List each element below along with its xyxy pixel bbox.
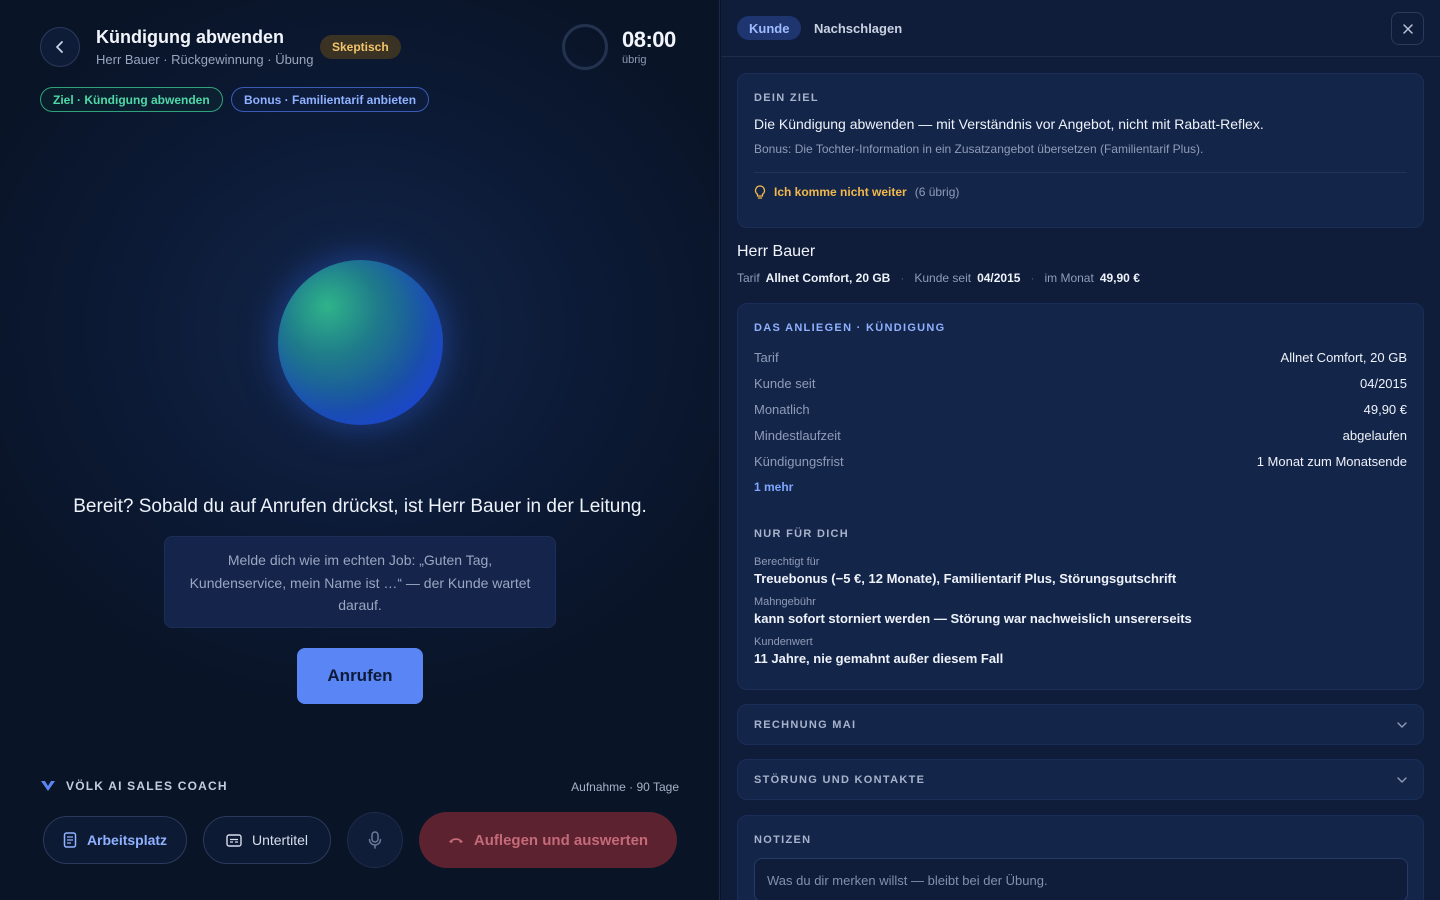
- greeting-hint: Melde dich wie im echten Job: „Guten Tag…: [164, 536, 556, 628]
- subtitles-label: Untertitel: [251, 832, 309, 848]
- captions-icon: [226, 833, 242, 847]
- timer-value: 08:00: [622, 27, 676, 52]
- note-label: Kundenwert: [754, 636, 813, 648]
- note-value: 11 Jahre, nie gemahnt außer diesem Fall: [754, 651, 1004, 666]
- timer-label: übrig: [622, 54, 647, 66]
- detail-row: Mindestlaufzeit abgelaufen: [754, 422, 1407, 448]
- detail-key: Kündigungsfrist: [754, 453, 844, 469]
- voice-orb: [278, 260, 443, 425]
- close-panel-button[interactable]: [1391, 12, 1424, 45]
- outage-section-title: STÖRUNG UND KONTAKTE: [754, 773, 926, 786]
- timer-ring: [562, 24, 608, 70]
- subtitles-button[interactable]: Untertitel: [203, 816, 331, 864]
- outage-section[interactable]: STÖRUNG UND KONTAKTE: [737, 759, 1424, 800]
- detail-value: abgelaufen: [1342, 427, 1407, 443]
- close-icon: [1402, 23, 1413, 34]
- detail-value: Allnet Comfort, 20 GB: [1280, 349, 1407, 365]
- microphone-button[interactable]: [347, 812, 403, 868]
- only-for-you-title: NUR FÜR DICH: [754, 528, 850, 540]
- goal-divider: [754, 172, 1407, 173]
- detail-value: 1 Monat zum Monatsende: [1256, 453, 1407, 469]
- stuck-row: Ich komme nicht weiter (6 übrig): [754, 185, 1407, 199]
- document-icon: [63, 832, 77, 848]
- bonus-chip: Bonus · Familientarif anbieten: [231, 87, 430, 112]
- page-title: Kündigung abwenden: [96, 27, 284, 47]
- detail-value: 04/2015: [1360, 375, 1407, 391]
- notes-card: NOTIZEN: [737, 815, 1424, 900]
- tab-kunde[interactable]: Kunde: [737, 16, 802, 40]
- panel-tabbar: Kunde Nachschlagen: [721, 0, 1440, 57]
- lightbulb-icon: [754, 185, 766, 199]
- meta-separator: ·: [1030, 271, 1035, 285]
- invoice-section[interactable]: RECHNUNG MAI: [737, 704, 1424, 745]
- detail-key: Mindestlaufzeit: [754, 427, 841, 443]
- chevron-down-icon: [1397, 721, 1407, 728]
- goal-card-title: DEIN ZIEL: [754, 92, 819, 104]
- brand: VÖLK AI SALES COACH: [40, 779, 228, 793]
- mood-badge: Skeptisch: [320, 35, 401, 59]
- tab-nachschlagen[interactable]: Nachschlagen: [802, 16, 914, 40]
- workplace-button[interactable]: Arbeitsplatz: [43, 816, 187, 864]
- chevron-left-icon: [56, 41, 63, 53]
- back-button[interactable]: [40, 27, 80, 67]
- call-stage: Kündigung abwenden Herr Bauer · Rückgewi…: [0, 0, 720, 900]
- meta-tariff-label: Tarif: [737, 271, 760, 285]
- note-label: Berechtigt für: [754, 556, 820, 568]
- hangup-label: Auflegen und auswerten: [473, 831, 649, 849]
- brand-name: VÖLK AI SALES COACH: [66, 779, 228, 793]
- ready-message: Bereit? Sobald du auf Anrufen drückst, i…: [73, 496, 647, 517]
- stuck-help-count: (6 übrig): [914, 185, 960, 199]
- info-panel: Kunde Nachschlagen DEIN ZIEL Die Kündigu…: [721, 0, 1440, 900]
- goal-main-text: Die Kündigung abwenden — mit Verständnis…: [754, 116, 1264, 132]
- note-value: Treuebonus (−5 €, 12 Monate), Familienta…: [754, 571, 1177, 586]
- meta-monthly-label: im Monat: [1044, 271, 1094, 285]
- concern-card-title: DAS ANLIEGEN · KÜNDIGUNG: [754, 322, 946, 334]
- page-subtitle: Herr Bauer · Rückgewinnung · Übung: [96, 52, 314, 67]
- detail-key: Monatlich: [754, 401, 810, 417]
- hangup-button[interactable]: Auflegen und auswerten: [419, 812, 677, 868]
- chevron-down-icon: [1397, 776, 1407, 783]
- microphone-icon: [368, 831, 382, 849]
- meta-separator: ·: [900, 271, 905, 285]
- customer-meta: Tarif Allnet Comfort, 20 GB · Kunde seit…: [737, 271, 1140, 285]
- workplace-label: Arbeitsplatz: [86, 832, 168, 848]
- detail-key: Kunde seit: [754, 375, 816, 391]
- goal-chip: Ziel · Kündigung abwenden: [40, 87, 223, 112]
- goal-card: DEIN ZIEL Die Kündigung abwenden — mit V…: [737, 73, 1424, 228]
- brand-logo-icon: [41, 781, 55, 791]
- goal-bonus-text: Bonus: Die Tochter-Information in ein Zu…: [754, 142, 1204, 156]
- meta-since-label: Kunde seit: [914, 271, 972, 285]
- customer-name: Herr Bauer: [737, 243, 816, 260]
- show-more-link[interactable]: 1 mehr: [754, 480, 1407, 494]
- stuck-help-link[interactable]: Ich komme nicht weiter: [774, 185, 907, 199]
- note-value: kann sofort storniert werden — Störung w…: [754, 611, 1192, 626]
- detail-value: 49,90 €: [1363, 401, 1407, 417]
- detail-key: Tarif: [754, 349, 779, 365]
- notes-input[interactable]: [754, 858, 1408, 900]
- meta-tariff-value: Allnet Comfort, 20 GB: [765, 271, 891, 285]
- call-button[interactable]: Anrufen: [297, 648, 423, 704]
- concern-card: DAS ANLIEGEN · KÜNDIGUNG Tarif Allnet Co…: [737, 303, 1424, 690]
- concern-details: Tarif Allnet Comfort, 20 GB Kunde seit 0…: [754, 344, 1407, 474]
- meta-since-value: 04/2015: [977, 271, 1021, 285]
- detail-row: Kündigungsfrist 1 Monat zum Monatsende: [754, 448, 1407, 474]
- detail-row: Monatlich 49,90 €: [754, 396, 1407, 422]
- recording-retention: Aufnahme · 90 Tage: [571, 780, 679, 794]
- detail-row: Tarif Allnet Comfort, 20 GB: [754, 344, 1407, 370]
- detail-row: Kunde seit 04/2015: [754, 370, 1407, 396]
- notes-title: NOTIZEN: [754, 834, 812, 846]
- note-label: Mahngebühr: [754, 596, 816, 608]
- meta-monthly-value: 49,90 €: [1099, 271, 1140, 285]
- phone-hangup-icon: [448, 838, 463, 843]
- invoice-section-title: RECHNUNG MAI: [754, 718, 857, 731]
